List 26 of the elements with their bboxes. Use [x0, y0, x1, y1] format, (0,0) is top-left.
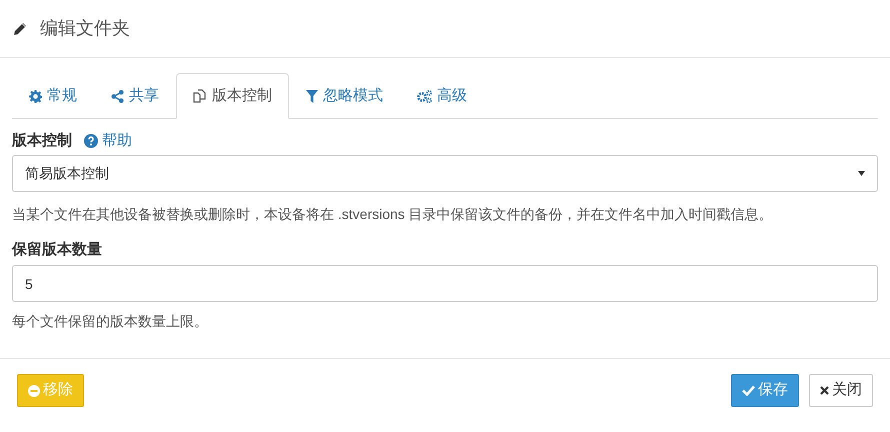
field-label: 版本控制 — [12, 130, 72, 151]
dialog-title: 编辑文件夹 — [40, 17, 130, 40]
gears-icon — [417, 90, 432, 102]
tab[interactable]: 忽略模式 — [289, 73, 400, 119]
minus-circle-icon — [28, 384, 40, 396]
check-icon — [742, 385, 755, 396]
share-icon — [111, 90, 124, 102]
close-icon — [820, 386, 829, 395]
dropdown-caret-icon — [858, 171, 865, 176]
pencil-icon — [12, 20, 28, 36]
tab[interactable]: 高级 — [400, 73, 484, 119]
tab[interactable]: 常规 — [12, 73, 94, 119]
tab[interactable]: 版本控制 — [176, 73, 289, 119]
gear-icon — [29, 90, 42, 102]
versions-input[interactable]: 5 — [12, 265, 878, 302]
save-button[interactable]: 保存 — [731, 374, 799, 407]
hint-text: 每个文件保留的版本数量上限。 — [12, 312, 209, 331]
help-icon — [84, 134, 98, 148]
versioning-select[interactable]: 简易版本控制 — [12, 155, 878, 192]
field-label: 保留版本数量 — [12, 240, 103, 260]
filter-icon — [306, 90, 318, 102]
help-link[interactable]: 帮助 — [84, 130, 132, 152]
description-text: 当某个文件在其他设备被替换或删除时，本设备将在 .stversions 目录中保留该文件的备份，并在文件名中加入时间戳信息。 — [12, 205, 774, 224]
tab[interactable]: 共享 — [94, 73, 176, 119]
copy-icon — [193, 89, 207, 103]
close-button[interactable]: 关闭 — [809, 374, 873, 407]
